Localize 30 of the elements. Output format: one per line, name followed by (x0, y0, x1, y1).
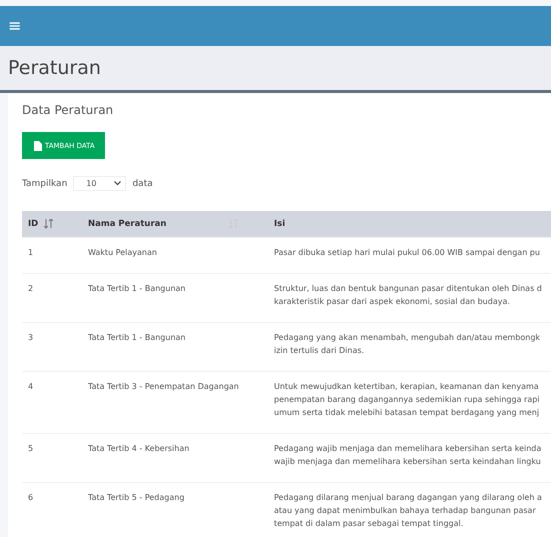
table-cell: Tata Tertib 1 - Bangunan (82, 274, 268, 322)
sort-icon (44, 219, 54, 229)
table-cell: 3 (22, 322, 82, 372)
table-cell: Pasar dibuka setiap hari mulai pukul 06.00 WIB sampai dengan pu (268, 238, 551, 274)
table-cell: Tata Tertib 1 - Bangunan (82, 322, 268, 372)
page-title: Peraturan (8, 57, 101, 79)
card-title: Data Peraturan (22, 103, 114, 117)
entries-select[interactable]: 10 (73, 176, 126, 191)
table-cell: Struktur, luas dan bentuk bangunan pasar ditentukan oleh Dinas d karakteristik pasar dari aspek ekonomi, sosial dan budaya. (268, 274, 551, 322)
table-cell: Pedagang dilarang menjual barang dagangan yang dilarang oleh a atau yang dapat menimbulkan bahaya terhadap bangunan pasar tempat di dalam pasar sebagai tempat tinggal. (268, 482, 551, 537)
table-cell: 2 (22, 274, 82, 322)
file-icon (34, 140, 42, 150)
column-header[interactable]: Nama Peraturan (82, 211, 268, 238)
table-cell: Untuk mewujudkan ketertiban, kerapian, keamanan dan kenyama penempatan barang dagangannya sedemikian rupa sehingga rapi umum serta tidak melebihi batasan tempat berdagang yang menj (268, 372, 551, 434)
menu-icon[interactable]: ≡ (8, 18, 22, 34)
table-cell: Tata Tertib 4 - Kebersihan (82, 434, 268, 482)
table-cell: Pedagang yang akan menambah, mengubah dan/atau membongk izin tertulis dari Dinas. (268, 322, 551, 372)
show-label: Tampilkan (22, 178, 68, 188)
column-header[interactable]: ID (22, 211, 82, 238)
data-label: data (132, 178, 153, 188)
table-cell: 5 (22, 434, 82, 482)
chevron-down-icon (114, 181, 122, 186)
table-cell: 4 (22, 372, 82, 434)
table-cell: Tata Tertib 3 - Penempatan Dagangan (82, 372, 268, 434)
table-cell: Waktu Pelayanan (82, 238, 268, 274)
column-header[interactable]: Isi (268, 211, 551, 238)
table-cell: Pedagang wajib menjaga dan memelihara kebersihan serta keinda wajib menjaga dan memelihara kebersihan serta keindahan lingku (268, 434, 551, 482)
table-cell: 6 (22, 482, 82, 537)
table-cell: 1 (22, 238, 82, 274)
table-cell: Tata Tertib 5 - Pedagang (82, 482, 268, 537)
